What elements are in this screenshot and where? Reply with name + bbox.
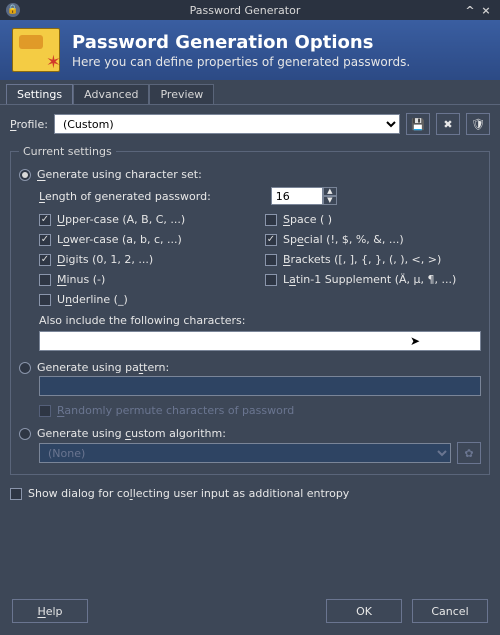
charset-subpanel: Length of generated password: ▲ ▼ Upper-…	[19, 187, 481, 351]
disk-icon: 💾	[411, 118, 425, 131]
profile-select[interactable]: (Custom)	[54, 114, 400, 134]
check-brackets[interactable]	[265, 254, 277, 266]
check-space[interactable]	[265, 214, 277, 226]
also-include-input[interactable]: ➤	[39, 331, 481, 351]
check-permute	[39, 405, 51, 417]
length-row: Length of generated password: ▲ ▼	[39, 187, 481, 205]
label-lower: Lower-case (a, b, c, ...)	[57, 233, 182, 246]
charset-options-grid: Upper-case (A, B, C, ...) Space ( ) Lowe…	[39, 213, 481, 306]
tab-content-settings: Profile: (Custom) 💾 ✖ 🛡 Current settings…	[0, 104, 500, 589]
pattern-subpanel: Randomly permute characters of password	[19, 376, 481, 417]
length-down-button[interactable]: ▼	[323, 196, 337, 205]
label-permute: Randomly permute characters of password	[57, 404, 294, 417]
group-legend: Current settings	[19, 145, 116, 158]
window: 🔒 Password Generator ^ × Password Genera…	[0, 0, 500, 635]
label-entropy: Show dialog for collecting user input as…	[28, 487, 349, 500]
cancel-button[interactable]: Cancel	[412, 599, 488, 623]
mode-pattern-label: Generate using pattern:	[37, 361, 169, 374]
check-lower[interactable]	[39, 234, 51, 246]
ok-button[interactable]: OK	[326, 599, 402, 623]
label-underline: Underline (_)	[57, 293, 128, 306]
label-minus: Minus (-)	[57, 273, 105, 286]
label-digits: Digits (0, 1, 2, ...)	[57, 253, 153, 266]
app-lock-icon: 🔒	[6, 3, 20, 17]
mode-charset-radio[interactable]	[19, 169, 31, 181]
save-profile-button[interactable]: 💾	[406, 113, 430, 135]
entropy-row: Show dialog for collecting user input as…	[10, 487, 490, 500]
check-underline[interactable]	[39, 294, 51, 306]
titlebar: 🔒 Password Generator ^ ×	[0, 0, 500, 20]
tab-bar: Settings Advanced Preview	[0, 80, 500, 105]
check-special[interactable]	[265, 234, 277, 246]
window-close-button[interactable]: ×	[478, 4, 494, 17]
mouse-cursor-icon: ➤	[410, 334, 420, 348]
profile-row: Profile: (Custom) 💾 ✖ 🛡	[10, 113, 490, 135]
algorithm-subpanel: (None) ✿	[19, 442, 481, 464]
header-banner: Password Generation Options Here you can…	[0, 20, 500, 80]
shield-icon: 🛡	[471, 118, 485, 131]
key-star-icon	[12, 28, 60, 72]
window-title: Password Generator	[28, 4, 462, 17]
window-minimize-button[interactable]: ^	[462, 4, 478, 17]
label-upper: Upper-case (A, B, C, ...)	[57, 213, 185, 226]
delete-profile-button[interactable]: ✖	[436, 113, 460, 135]
dialog-footer: Help OK Cancel	[0, 589, 500, 635]
profile-label: Profile:	[10, 118, 48, 131]
pattern-input	[39, 376, 481, 396]
algorithm-select: (None)	[39, 443, 451, 463]
label-brackets: Brackets ([, ], {, }, (, ), <, >)	[283, 253, 441, 266]
header-text: Password Generation Options Here you can…	[72, 32, 410, 69]
check-upper[interactable]	[39, 214, 51, 226]
mode-algorithm-row: Generate using custom algorithm:	[19, 427, 481, 440]
mode-charset-label: Generate using character set:	[37, 168, 202, 181]
tab-advanced[interactable]: Advanced	[73, 84, 149, 105]
mode-pattern-row: Generate using pattern:	[19, 361, 481, 374]
label-space: Space ( )	[283, 213, 332, 226]
check-latin1[interactable]	[265, 274, 277, 286]
label-latin1: Latin-1 Supplement (Ä, µ, ¶, ...)	[283, 273, 456, 286]
header-subtitle: Here you can define properties of genera…	[72, 55, 410, 69]
also-include-label: Also include the following characters:	[39, 314, 481, 327]
mode-charset-row: Generate using character set:	[19, 168, 481, 181]
gear-icon: ✿	[464, 447, 473, 460]
policy-button[interactable]: 🛡	[466, 113, 490, 135]
label-special: Special (!, $, %, &, ...)	[283, 233, 404, 246]
current-settings-group: Current settings Generate using characte…	[10, 145, 490, 475]
tab-settings[interactable]: Settings	[6, 84, 73, 105]
help-button[interactable]: Help	[12, 599, 88, 623]
algorithm-settings-button[interactable]: ✿	[457, 442, 481, 464]
length-label: Length of generated password:	[39, 190, 211, 203]
mode-algorithm-radio[interactable]	[19, 428, 31, 440]
x-icon: ✖	[443, 118, 452, 131]
check-digits[interactable]	[39, 254, 51, 266]
length-input[interactable]	[271, 187, 323, 205]
tab-preview[interactable]: Preview	[149, 84, 214, 105]
check-minus[interactable]	[39, 274, 51, 286]
header-title: Password Generation Options	[72, 32, 410, 53]
check-entropy[interactable]	[10, 488, 22, 500]
mode-algorithm-label: Generate using custom algorithm:	[37, 427, 226, 440]
length-up-button[interactable]: ▲	[323, 187, 337, 196]
mode-pattern-radio[interactable]	[19, 362, 31, 374]
length-spinner: ▲ ▼	[271, 187, 337, 205]
